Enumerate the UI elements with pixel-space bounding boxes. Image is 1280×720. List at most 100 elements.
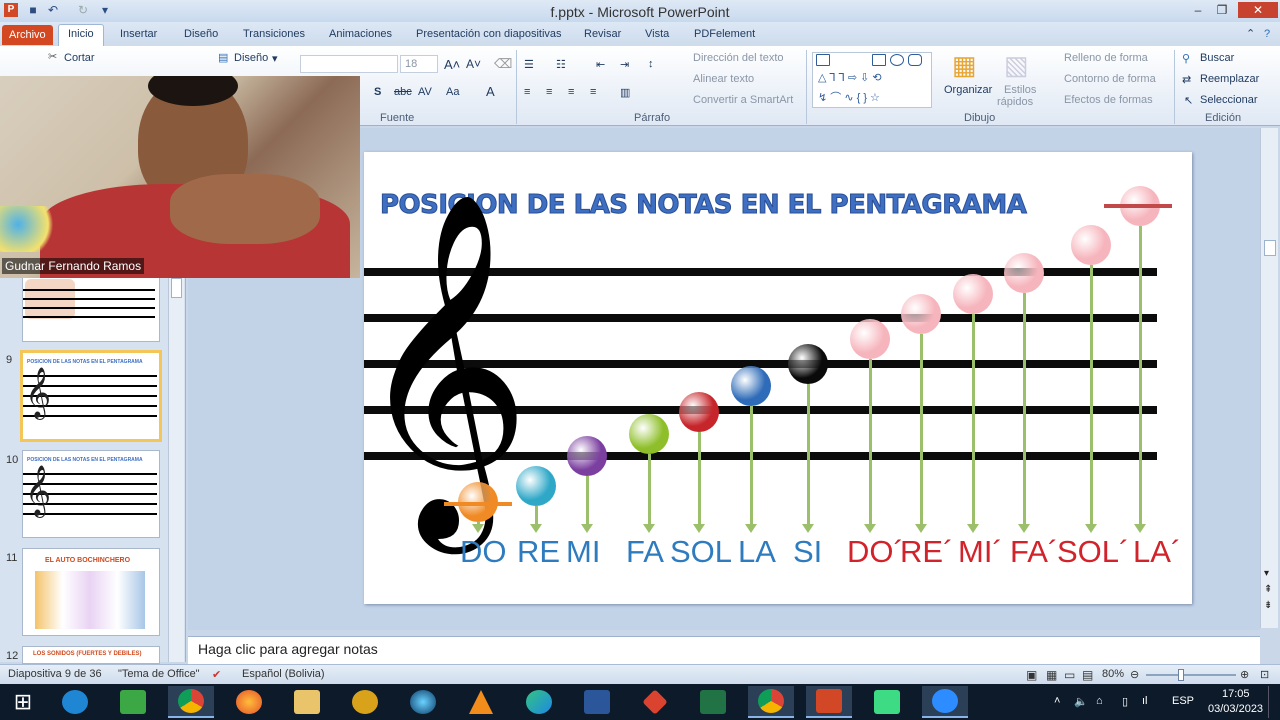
thumbnails-scrollbar[interactable]: [168, 276, 184, 662]
thumbnails-scroll-thumb[interactable]: [171, 278, 182, 298]
next-slide-icon[interactable]: ⇟: [1264, 600, 1272, 611]
strikethrough-icon[interactable]: abc: [394, 86, 412, 98]
taskbar-store[interactable]: [110, 686, 156, 718]
note-high-3[interactable]: [1004, 253, 1044, 293]
note-high-1[interactable]: [901, 294, 941, 334]
thumbnail-slide-9[interactable]: POSICION DE LAS NOTAS EN EL PENTAGRAMA 𝄞: [20, 350, 162, 442]
note-label-high-4[interactable]: SOL´: [1057, 534, 1129, 570]
note-label-high-5[interactable]: LA´: [1133, 534, 1181, 570]
notes-pane[interactable]: Haga clic para agregar notas: [188, 636, 1260, 664]
thumbnail-prev[interactable]: [22, 276, 160, 342]
note-mi[interactable]: [567, 436, 607, 476]
note-re[interactable]: [516, 466, 556, 506]
help-question-icon[interactable]: ?: [1260, 26, 1274, 46]
taskbar-edge[interactable]: [516, 686, 562, 718]
taskbar-android[interactable]: [864, 686, 910, 718]
align-center-icon[interactable]: ≡: [546, 86, 552, 98]
note-label-mi[interactable]: MI: [566, 534, 600, 570]
justify-icon[interactable]: ≡: [590, 86, 596, 98]
taskbar-media[interactable]: [400, 686, 446, 718]
quick-styles-button[interactable]: Estilos: [1004, 84, 1036, 96]
arrange-icon[interactable]: ▦: [952, 50, 977, 81]
convert-smartart-button[interactable]: Convertir a SmartArt: [693, 94, 793, 106]
note-high-2[interactable]: [953, 274, 993, 314]
align-left-icon[interactable]: ≡: [524, 86, 530, 98]
close-button[interactable]: ✕: [1238, 2, 1278, 18]
zoom-out-icon[interactable]: ⊖: [1130, 668, 1139, 681]
help-icon[interactable]: ⌃: [1242, 26, 1259, 46]
taskbar-explorer[interactable]: [284, 686, 330, 718]
taskbar-headphones[interactable]: [342, 686, 388, 718]
note-high-4[interactable]: [1071, 225, 1111, 265]
note-label-high-2[interactable]: MI´: [958, 534, 1003, 570]
taskbar-chrome[interactable]: [168, 686, 214, 718]
tab-revisar[interactable]: Revisar: [580, 26, 625, 46]
line-spacing-icon[interactable]: ↕: [648, 58, 654, 70]
note-label-high-3[interactable]: FA´: [1010, 534, 1058, 570]
tab-archivo[interactable]: Archivo: [2, 25, 53, 45]
slideshow-view-icon[interactable]: ▤: [1082, 668, 1093, 682]
slide-canvas[interactable]: POSICION DE LAS NOTAS EN EL PENTAGRAMA 𝄞…: [354, 152, 1192, 604]
thumbnail-slide-12[interactable]: LOS SONIDOS (FUERTES Y DEBILES): [22, 646, 160, 664]
shape-fill-button[interactable]: Relleno de forma: [1064, 52, 1148, 64]
zoom-in-icon[interactable]: ⊕: [1240, 668, 1249, 681]
note-fa[interactable]: [629, 414, 669, 454]
arrange-button[interactable]: Organizar: [944, 84, 992, 96]
bullets-icon[interactable]: ☰: [524, 58, 534, 71]
show-desktop-button[interactable]: [1268, 686, 1280, 718]
slide-scrollbar[interactable]: ▾ ⇞ ⇟: [1260, 128, 1278, 628]
zoom-slider-thumb[interactable]: [1178, 669, 1184, 681]
note-label-sol[interactable]: SOL: [670, 534, 732, 570]
clock-time[interactable]: 17:05: [1222, 688, 1250, 700]
thumbnail-slide-11[interactable]: EL AUTO BOCHINCHERO: [22, 548, 160, 636]
note-label-si[interactable]: SI: [793, 534, 822, 570]
grow-font-icon[interactable]: A˄: [444, 57, 460, 72]
quick-styles-icon[interactable]: ▧: [1004, 50, 1029, 81]
tab-animaciones[interactable]: Animaciones: [325, 26, 396, 46]
change-case-icon[interactable]: Aa: [446, 86, 459, 98]
start-button[interactable]: ⊞: [0, 686, 46, 718]
rounded-rect-shape-icon[interactable]: [908, 54, 922, 66]
curve-shape-icon[interactable]: ↯ ⌒ ∿ { } ☆: [818, 89, 880, 105]
align-text-button[interactable]: Alinear texto: [693, 73, 754, 85]
numbering-icon[interactable]: ☷: [556, 58, 566, 71]
tab-transiciones[interactable]: Transiciones: [239, 26, 309, 46]
notes-placeholder[interactable]: Haga clic para agregar notas: [198, 641, 378, 657]
clock-date[interactable]: 03/03/2023: [1208, 703, 1263, 715]
note-label-re[interactable]: RE: [517, 534, 560, 570]
bold-icon[interactable]: S: [374, 86, 381, 98]
slide-scroll-thumb[interactable]: [1264, 240, 1276, 256]
zoom-level[interactable]: 80%: [1102, 668, 1124, 680]
taskbar-firefox[interactable]: [226, 686, 272, 718]
taskbar-ie[interactable]: [52, 686, 98, 718]
shape-outline-button[interactable]: Contorno de forma: [1064, 73, 1156, 85]
replace-button[interactable]: Reemplazar: [1200, 73, 1259, 85]
increase-indent-icon[interactable]: ⇥: [620, 58, 629, 71]
signal-icon[interactable]: ıl: [1142, 695, 1148, 707]
spellcheck-icon[interactable]: ✔: [212, 668, 221, 681]
reading-view-icon[interactable]: ▭: [1064, 668, 1075, 682]
note-label-high-0[interactable]: DO´: [847, 534, 904, 570]
note-si[interactable]: [788, 344, 828, 384]
tab-vista[interactable]: Vista: [641, 26, 673, 46]
note-label-la[interactable]: LA: [738, 534, 776, 570]
spacing-icon[interactable]: AV: [418, 86, 432, 98]
tab-pdfelement[interactable]: PDFelement: [690, 26, 759, 46]
rectangle-shape-icon[interactable]: [872, 54, 886, 66]
cut-button[interactable]: Cortar: [64, 52, 95, 64]
thumbnail-slide-10[interactable]: POSICION DE LAS NOTAS EN EL PENTAGRAMA 𝄞: [22, 450, 160, 538]
minimize-button[interactable]: –: [1186, 2, 1210, 18]
volume-icon[interactable]: 🔈: [1074, 695, 1088, 708]
columns-icon[interactable]: ▥: [620, 86, 630, 99]
tray-expand-icon[interactable]: ˄: [1054, 695, 1060, 707]
previous-slide-icon[interactable]: ⇞: [1264, 584, 1272, 595]
taskbar-word[interactable]: [574, 686, 620, 718]
font-name-combo[interactable]: [300, 55, 398, 73]
tab-diseno[interactable]: Diseño: [180, 26, 222, 46]
taskbar-vlc[interactable]: [458, 686, 504, 718]
taskbar-chrome-profile[interactable]: [748, 686, 794, 718]
tab-inicio[interactable]: Inicio: [58, 24, 104, 46]
note-la[interactable]: [731, 366, 771, 406]
font-size-combo[interactable]: 18: [400, 55, 438, 73]
taskbar-pdfelement[interactable]: [632, 686, 678, 718]
